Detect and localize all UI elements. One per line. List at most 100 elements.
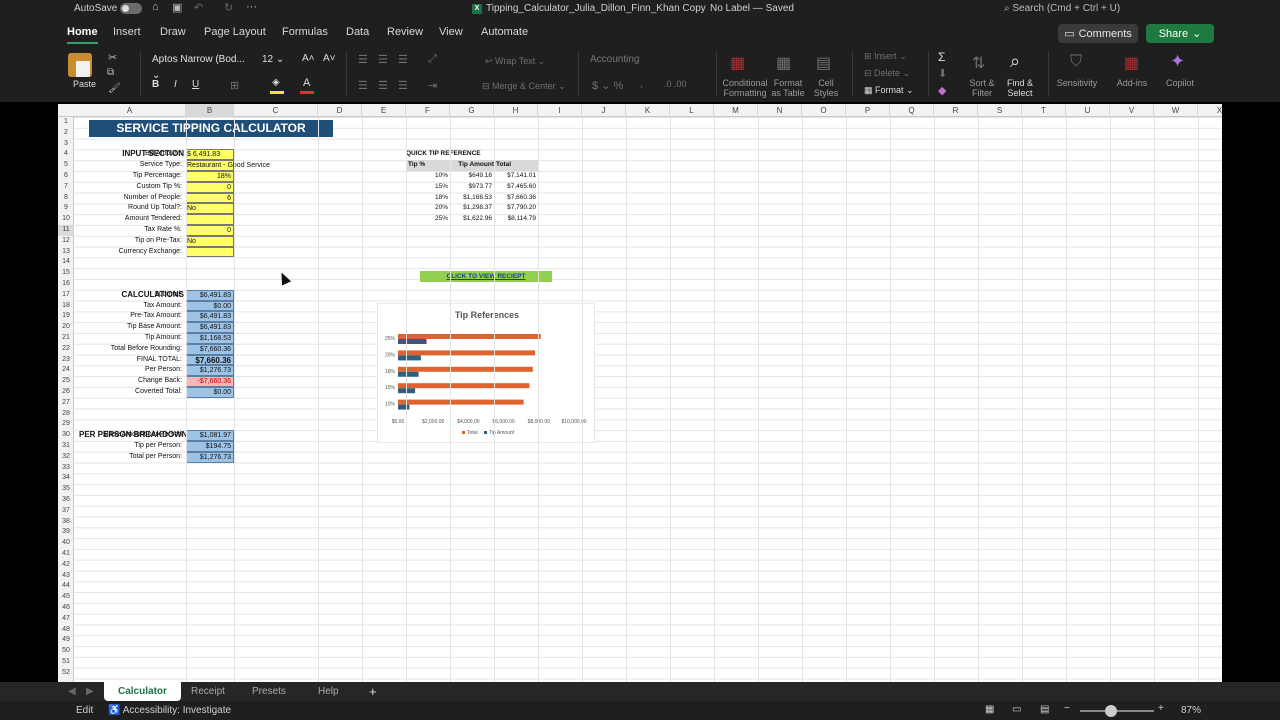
row-header[interactable]: 4 (58, 149, 74, 160)
quick-ref-cell[interactable]: 18% (406, 193, 450, 204)
quick-ref-header[interactable]: Total (494, 160, 538, 171)
column-header[interactable]: J (582, 104, 626, 117)
row-header[interactable]: 34 (58, 473, 74, 484)
normal-view-icon[interactable]: ▦ (985, 704, 994, 715)
row-label[interactable]: Service Type: (74, 160, 184, 171)
column-header[interactable]: C (234, 104, 318, 117)
fill-color-icon[interactable]: ◈ (272, 77, 280, 88)
wrap-text-button[interactable]: ↩ Wrap Text ⌄ (485, 56, 545, 67)
row-label[interactable]: Change Back: (74, 376, 184, 387)
column-header[interactable]: M (714, 104, 758, 117)
row-header[interactable]: 22 (58, 344, 74, 355)
paste-icon[interactable] (68, 53, 92, 77)
value-cell[interactable]: $6,491.83 (186, 322, 234, 333)
row-header[interactable]: 44 (58, 581, 74, 592)
value-cell[interactable]: -$7,660.36 (186, 376, 234, 387)
quick-ref-cell[interactable]: $1,298.37 (450, 203, 494, 214)
copy-icon[interactable]: ⧉ (107, 67, 114, 78)
row-label[interactable]: Subtotal: (74, 290, 184, 301)
search-input[interactable]: ⌕ Search (Cmd + Ctrl + U) (1004, 3, 1120, 14)
sheet-tab-presets[interactable]: Presets (252, 686, 286, 697)
row-label[interactable]: Bill Amount: (74, 149, 184, 160)
row-header[interactable]: 25 (58, 376, 74, 387)
column-header[interactable]: Q (890, 104, 934, 117)
row-label[interactable]: Custom Tip %: (74, 182, 184, 193)
page-break-view-icon[interactable]: ▤ (1040, 704, 1049, 715)
column-header[interactable]: E (362, 104, 406, 117)
row-header[interactable]: 9 (58, 203, 74, 214)
value-cell[interactable]: $1,276.73 (186, 365, 234, 377)
row-header[interactable]: 41 (58, 549, 74, 560)
chart-bar-tip-amount[interactable] (398, 339, 427, 344)
row-header[interactable]: 19 (58, 311, 74, 322)
quick-ref-cell[interactable]: $7,660.36 (494, 193, 538, 204)
decrease-font-icon[interactable]: A˅ (323, 53, 336, 64)
row-header[interactable]: 43 (58, 571, 74, 582)
tip-references-chart[interactable]: Tip References 10% 15% 18% 20% 25% $0.00 $2,00… (377, 303, 595, 443)
row-label[interactable]: Total Before Rounding: (74, 344, 184, 355)
number-format-select[interactable]: Accounting (588, 52, 704, 68)
row-header[interactable]: 11 (58, 225, 74, 236)
value-cell[interactable]: 18% (186, 171, 234, 182)
row-header[interactable]: 6 (58, 171, 74, 182)
quick-ref-cell[interactable]: $973.77 (450, 182, 494, 193)
chart-bar-total[interactable] (398, 334, 541, 339)
row-header[interactable]: 28 (58, 409, 74, 420)
row-header[interactable]: 13 (58, 247, 74, 258)
sort-filter-label[interactable]: Sort & Filter (964, 78, 1000, 98)
sheet-title[interactable]: SERVICE TIPPING CALCULATOR (89, 120, 333, 137)
sheet-tab-calculator[interactable]: Calculator (104, 682, 181, 701)
value-cell[interactable]: $7,660.36 (186, 343, 234, 355)
row-header[interactable]: 16 (58, 279, 74, 290)
row-header[interactable]: 24 (58, 365, 74, 376)
tab-review[interactable]: Review (387, 26, 423, 38)
merge-center-button[interactable]: ⊟ Merge & Center ⌄ (482, 81, 566, 92)
orientation-icon[interactable]: ⤢ (428, 53, 437, 66)
tab-home[interactable]: Home (67, 26, 98, 44)
next-sheet-icon[interactable]: ▶ (86, 686, 94, 697)
chart-bar-tip-amount[interactable] (398, 371, 419, 377)
zoom-slider-thumb[interactable] (1105, 705, 1117, 717)
row-header[interactable]: 48 (58, 625, 74, 636)
document-title[interactable]: X Tipping_Calculator_Julia_Dillon_Finn_K… (472, 3, 706, 14)
row-header[interactable]: 12 (58, 236, 74, 247)
value-cell[interactable] (186, 214, 234, 225)
column-header[interactable]: R (934, 104, 978, 117)
row-header[interactable]: 49 (58, 635, 74, 646)
quick-ref-cell[interactable]: $649.18 (450, 171, 494, 182)
quick-ref-cell[interactable]: $1,168.53 (450, 193, 494, 204)
value-cell[interactable]: $6,491.83 (186, 311, 234, 323)
row-header[interactable]: 1 (58, 117, 74, 128)
italic-icon[interactable]: I (174, 79, 177, 90)
format-as-table-label[interactable]: Format as Table (768, 78, 808, 98)
align-middle-icon[interactable]: ☰ (378, 53, 388, 66)
column-header[interactable]: H (494, 104, 538, 117)
worksheet-grid[interactable]: ABCDEFGHIJKLMNOPQRSTUVWX 1 2 3 4 5 6 7 8 9 10 11 12… (58, 104, 1222, 682)
quick-ref-cell[interactable]: $8,114.79 (494, 214, 538, 225)
row-header[interactable]: 5 (58, 160, 74, 171)
chart-bar-total[interactable] (398, 350, 536, 356)
copilot-icon[interactable]: ✦ (1170, 51, 1185, 72)
row-header[interactable]: 52 (58, 668, 74, 679)
column-header[interactable]: K (626, 104, 670, 117)
align-right-icon[interactable]: ☰ (398, 79, 408, 92)
row-header[interactable]: 23 (58, 355, 74, 366)
value-cell[interactable]: No (186, 235, 234, 247)
autosave-toggle[interactable] (120, 3, 142, 14)
row-header[interactable]: 10 (58, 214, 74, 225)
underline-icon[interactable]: U (192, 79, 199, 90)
column-header[interactable]: A (74, 104, 186, 117)
quick-ref-cell[interactable]: 20% (406, 203, 450, 214)
page-layout-view-icon[interactable]: ▭ (1012, 704, 1021, 715)
column-header[interactable]: B (186, 104, 234, 117)
cell-styles-label[interactable]: Cell Styles (810, 78, 842, 98)
row-header[interactable]: 46 (58, 603, 74, 614)
font-name-select[interactable]: Aptos Narrow (Bod... ⌄ (150, 52, 250, 81)
view-receipt-link[interactable]: CLICK TO VIEW RECIEPT (420, 271, 552, 282)
row-header[interactable]: 8 (58, 193, 74, 204)
tab-formulas[interactable]: Formulas (282, 26, 328, 38)
row-header[interactable]: 29 (58, 419, 74, 430)
quick-ref-cell[interactable]: 15% (406, 182, 450, 193)
cell-area[interactable]: SERVICE TIPPING CALCULATOR INPUT SECTION… (74, 117, 1222, 682)
value-cell[interactable]: $0.00 (186, 300, 234, 312)
